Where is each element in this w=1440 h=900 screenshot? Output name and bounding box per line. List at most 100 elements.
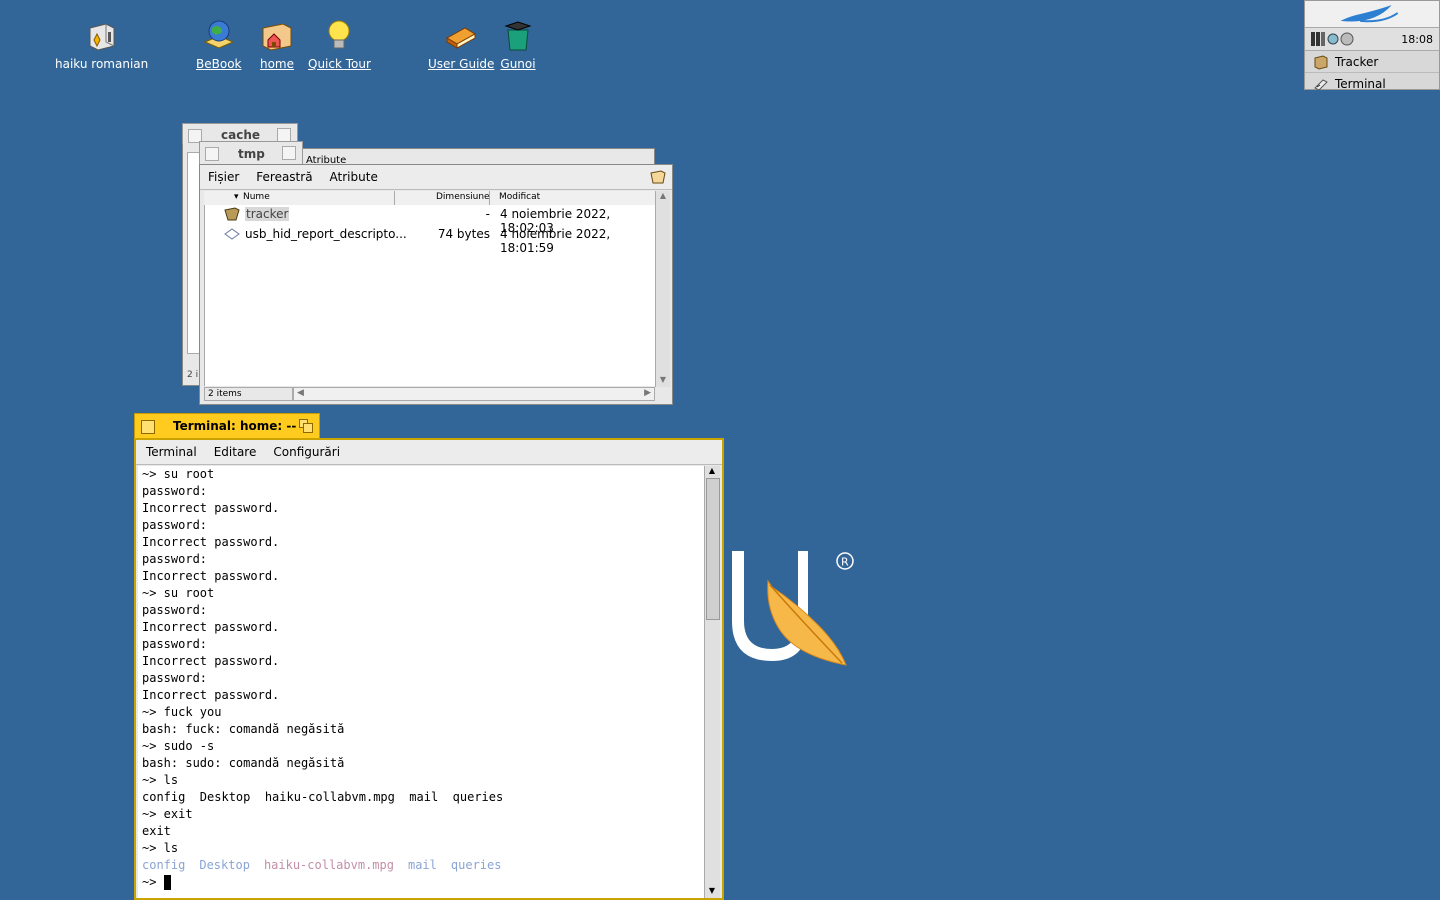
- column-header-name[interactable]: Nume: [243, 192, 270, 202]
- terminal-window[interactable]: Terminal Editare Configurări ~> su root p…: [134, 438, 724, 900]
- desktop-icon-user-guide[interactable]: User Guide: [428, 18, 494, 71]
- menu-fisier[interactable]: Fișier: [208, 170, 239, 184]
- tmp-window-title: tmp: [238, 147, 265, 161]
- terminal-window-title: Terminal: home: --: [173, 419, 297, 433]
- column-header-size[interactable]: Dimensiune: [436, 192, 490, 202]
- file-name[interactable]: usb_hid_report_descripto...: [245, 227, 407, 241]
- desktop-icon-quick-tour[interactable]: Quick Tour: [308, 18, 371, 71]
- desktop-icon-bebook[interactable]: BeBook: [196, 18, 241, 71]
- file-name[interactable]: tracker: [245, 207, 290, 221]
- terminal-line: password:: [142, 603, 208, 617]
- deskbar-app-tracker[interactable]: Tracker: [1305, 51, 1439, 73]
- terminal-line: ~> ls: [142, 773, 179, 787]
- ls-entry: mail: [407, 858, 437, 872]
- haiku-desktop-logo: R: [732, 551, 854, 666]
- deskbar: 18:08 Tracker Terminal: [1304, 0, 1440, 91]
- column-divider[interactable]: [489, 191, 490, 205]
- desktop-icon-home[interactable]: home: [259, 18, 295, 71]
- tmp-zoom-button[interactable]: [282, 146, 296, 160]
- tmp-window-tab[interactable]: tmp: [199, 141, 303, 165]
- deskbar-app-label: Tracker: [1335, 54, 1379, 69]
- tracker-window[interactable]: Fișier Fereastră Atribute ▾ Nume Dimensi…: [199, 164, 673, 405]
- cache-window-status: 2 i: [187, 370, 199, 380]
- terminal-menubar: Terminal Editare Configurări: [136, 440, 722, 465]
- ls-entry: config: [142, 858, 186, 872]
- file-modified: 4 noiembrie 2022, 18:01:59: [500, 227, 611, 255]
- terminal-app-icon: [1314, 78, 1328, 91]
- terminal-line: password:: [142, 552, 208, 566]
- file-row[interactable]: usb_hid_report_descripto... 74 bytes 4 n…: [205, 225, 656, 255]
- file-size: 74 bytes: [437, 227, 490, 241]
- deskbar-app-terminal[interactable]: Terminal: [1305, 73, 1439, 94]
- haiku-leaf-icon: [1340, 5, 1399, 23]
- column-header-modified[interactable]: Modificat: [499, 192, 540, 202]
- scroll-up-arrow-icon[interactable]: ▲: [705, 466, 719, 478]
- menu-atribute[interactable]: Atribute: [330, 170, 378, 184]
- location-folder-icon[interactable]: [650, 170, 666, 184]
- terminal-line: ~> ls: [142, 841, 179, 855]
- home-folder-icon: [262, 23, 292, 51]
- terminal-line: password:: [142, 637, 208, 651]
- terminal-line: password:: [142, 518, 208, 532]
- terminal-line: ~> sudo -s: [142, 739, 215, 753]
- sort-arrow-icon: ▾: [234, 192, 239, 202]
- svg-text:R: R: [841, 556, 849, 569]
- file-row[interactable]: tracker - 4 noiembrie 2022, 18:02:03: [205, 205, 656, 235]
- lightbulb-icon: [328, 20, 350, 49]
- deskbar-menu-button[interactable]: [1305, 1, 1439, 28]
- scroll-up-arrow-icon[interactable]: ▲: [656, 191, 670, 203]
- menu-fereastra[interactable]: Fereastră: [256, 170, 312, 184]
- deskbar-tray: 18:08: [1305, 28, 1439, 51]
- ls-entry: haiku-collabvm.mpg: [263, 858, 394, 872]
- trash-icon: [504, 21, 532, 51]
- deskbar-clock[interactable]: 18:08: [1401, 33, 1433, 46]
- tracker-menubar: Fișier Fereastră Atribute: [200, 165, 672, 190]
- file-list[interactable]: tracker - 4 noiembrie 2022, 18:02:03 usb…: [204, 205, 656, 386]
- cache-zoom-button[interactable]: [277, 128, 291, 142]
- scroll-down-arrow-icon[interactable]: ▼: [705, 886, 719, 898]
- tracker-vertical-scrollbar[interactable]: ▲ ▼: [655, 191, 670, 387]
- terminal-window-tab[interactable]: Terminal: home: --: [134, 413, 320, 439]
- menu-editare[interactable]: Editare: [214, 445, 257, 459]
- desktop-icon-label: User Guide: [428, 57, 495, 71]
- column-header-bar: ▾ Nume Dimensiune Modificat: [204, 191, 655, 206]
- tmp-close-button[interactable]: [205, 147, 219, 161]
- tracker-horizontal-scrollbar[interactable]: ◀ ▶: [293, 387, 655, 401]
- folder-query-icon: [224, 207, 240, 221]
- terminal-line: ~> fuck you: [142, 705, 222, 719]
- terminal-line: Incorrect password.: [142, 620, 280, 634]
- tracker-status-count: 2 items: [204, 387, 293, 401]
- desktop-icon-label: Quick Tour: [308, 57, 371, 71]
- desktop-icon-trash[interactable]: Gunoi: [500, 18, 536, 71]
- desktop-icon-haiku-romanian[interactable]: haiku romanian: [55, 18, 148, 71]
- deskbar-app-label: Terminal: [1335, 76, 1386, 91]
- terminal-zoom-button[interactable]: [299, 419, 313, 433]
- terminal-line: bash: fuck: comandă negăsită: [142, 722, 345, 736]
- terminal-line: Incorrect password.: [142, 688, 280, 702]
- terminal-line: password:: [142, 671, 208, 685]
- disk-volume-icon: [89, 23, 115, 51]
- terminal-line: bash: sudo: comandă negăsită: [142, 756, 345, 770]
- tray-icons: [1311, 32, 1354, 46]
- scroll-right-arrow-icon[interactable]: ▶: [644, 388, 651, 398]
- desktop-icon-label: haiku romanian: [55, 57, 149, 71]
- terminal-line: exit: [142, 824, 171, 838]
- bebook-globe-icon: [203, 20, 235, 49]
- desktop-icon-label: home: [259, 57, 295, 71]
- terminal-scroll-thumb[interactable]: [706, 478, 720, 620]
- terminal-vertical-scrollbar[interactable]: ▲ ▼: [704, 466, 720, 898]
- terminal-line: Incorrect password.: [142, 654, 280, 668]
- terminal-line: ~> su root: [142, 586, 215, 600]
- terminal-output[interactable]: ~> su root password: Incorrect password. pa…: [138, 466, 704, 898]
- menu-terminal[interactable]: Terminal: [146, 445, 197, 459]
- file-size: -: [485, 207, 490, 221]
- menu-configurari[interactable]: Configurări: [273, 445, 340, 459]
- column-divider[interactable]: [394, 191, 395, 205]
- terminal-prompt-line[interactable]: ~>: [142, 874, 700, 891]
- terminal-close-button[interactable]: [141, 420, 155, 434]
- terminal-prompt: ~>: [142, 875, 164, 889]
- desktop-icon-label: Gunoi: [500, 57, 536, 71]
- scroll-down-arrow-icon[interactable]: ▼: [656, 375, 670, 387]
- terminal-line: Incorrect password.: [142, 501, 280, 515]
- scroll-left-arrow-icon[interactable]: ◀: [297, 388, 304, 398]
